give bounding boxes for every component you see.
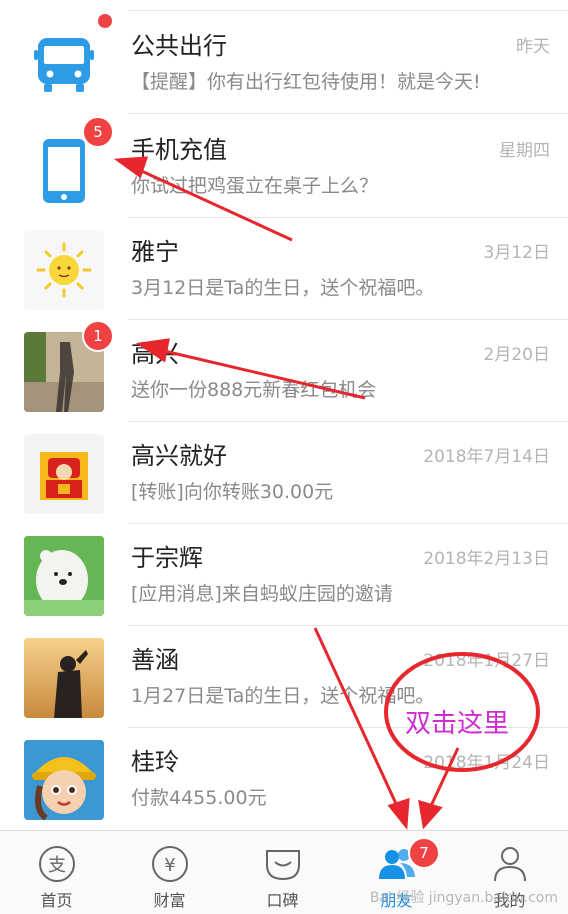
- conversation-name: 于宗辉: [131, 544, 203, 572]
- conversation-item[interactable]: 5 手机充值 你试过把鸡蛋立在桌子上么？ 星期四: [0, 114, 568, 218]
- unread-dot: [98, 14, 112, 28]
- conversation-item[interactable]: 桂玲 付款4455.00元 2018年1月24日: [0, 726, 568, 830]
- fortune-god-avatar: [24, 434, 104, 514]
- tab-wealth[interactable]: ¥ 财富: [113, 831, 226, 914]
- bear-avatar: [24, 536, 104, 616]
- conversation-name: 公共出行: [131, 32, 227, 60]
- wealth-icon: ¥: [152, 846, 188, 882]
- profile-icon: [494, 847, 526, 882]
- tab-label: 首页: [40, 891, 73, 910]
- conversation-time: 2018年2月13日: [423, 549, 550, 569]
- conversation-time: 2月20日: [483, 345, 550, 365]
- conversation-item[interactable]: 高兴就好 [转账]向你转账30.00元 2018年7月14日: [0, 420, 568, 524]
- conversation-time: 2018年1月24日: [423, 753, 550, 773]
- tab-home[interactable]: 支 首页: [0, 831, 113, 914]
- conversation-preview: 1月27日是Ta的生日，送个祝福吧。: [131, 685, 435, 707]
- unread-badge: 1: [82, 320, 114, 352]
- conversation-name: 善涵: [131, 646, 179, 674]
- conversation-time: 3月12日: [483, 243, 550, 263]
- bus-icon: [24, 24, 104, 104]
- watermark: Bai 经验 jingyan.baidu.com: [369, 890, 558, 906]
- conversation-preview: 你试过把鸡蛋立在桌子上么？: [131, 175, 379, 197]
- game-character-avatar: [24, 740, 104, 820]
- conversation-preview: [应用消息]来自蚂蚁庄园的邀请: [131, 583, 393, 605]
- annotation-label: 双击这里: [405, 709, 510, 739]
- tab-koubei[interactable]: 口碑: [226, 831, 339, 914]
- conversation-time: 2018年7月14日: [423, 447, 550, 467]
- conversation-name: 雅宁: [131, 238, 179, 266]
- conversation-time: 星期四: [499, 141, 550, 161]
- conversation-time: 2018年1月27日: [423, 651, 550, 671]
- silhouette-avatar: [24, 638, 104, 718]
- svg-text:¥: ¥: [164, 855, 175, 876]
- unread-badge: 7: [408, 837, 440, 869]
- conversation-preview: 【提醒】你有出行红包待使用！就是今天!: [131, 71, 481, 93]
- svg-text:支: 支: [48, 855, 66, 876]
- conversation-time: 昨天: [516, 37, 550, 57]
- conversation-preview: [转账]向你转账30.00元: [131, 481, 334, 503]
- tab-label: 口碑: [266, 891, 299, 910]
- conversation-name: 手机充值: [131, 136, 227, 164]
- unread-badge: 5: [82, 116, 114, 148]
- conversation-item[interactable]: 公共出行 【提醒】你有出行红包待使用！就是今天! 昨天: [0, 10, 568, 114]
- koubei-icon: [266, 850, 300, 881]
- conversation-item[interactable]: 于宗辉 [应用消息]来自蚂蚁庄园的邀请 2018年2月13日: [0, 522, 568, 626]
- sun-avatar: [24, 230, 104, 310]
- conversation-preview: 3月12日是Ta的生日，送个祝福吧。: [131, 277, 435, 299]
- tab-label: 财富: [153, 891, 186, 910]
- home-icon: 支: [39, 846, 75, 882]
- conversation-name: 桂玲: [131, 748, 179, 776]
- conversation-preview: 付款4455.00元: [131, 787, 267, 809]
- conversation-name: 高兴: [131, 340, 179, 368]
- conversation-item[interactable]: 1 高兴 送你一份888元新春红包机会 2月20日: [0, 318, 568, 422]
- conversation-preview: 送你一份888元新春红包机会: [131, 379, 377, 401]
- conversation-name: 高兴就好: [131, 442, 227, 470]
- conversation-item[interactable]: 雅宁 3月12日是Ta的生日，送个祝福吧。 3月12日: [0, 216, 568, 320]
